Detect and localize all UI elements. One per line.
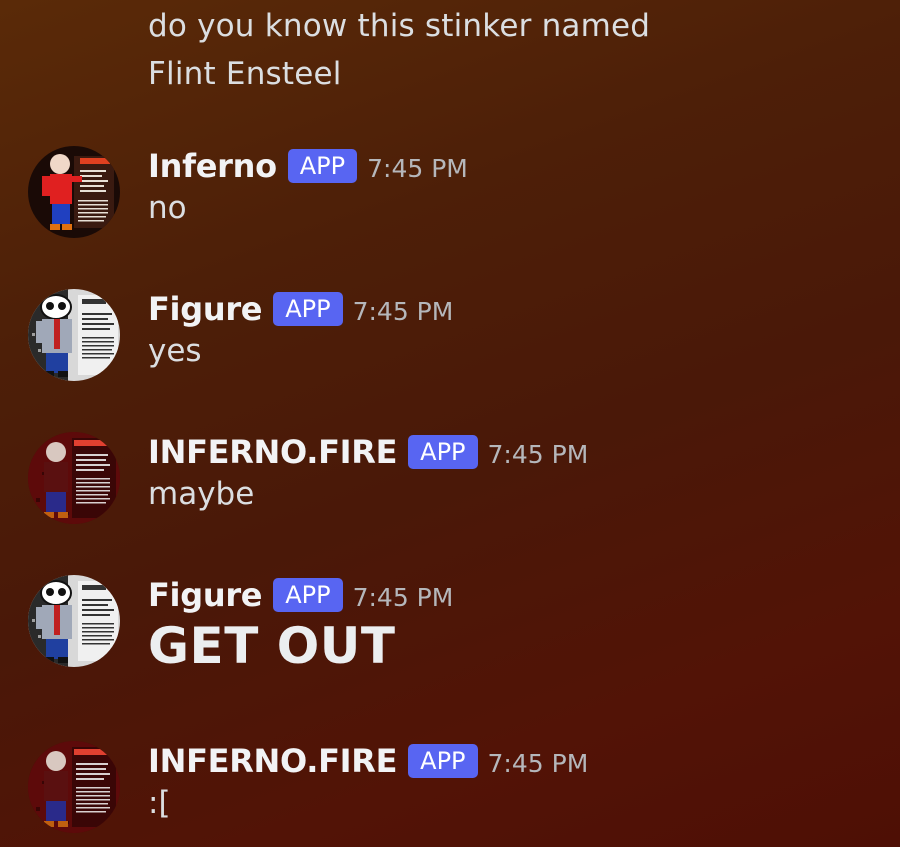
app-badge: APP xyxy=(408,744,478,778)
message: INFERNO.FIRE APP 7:45 PM maybe xyxy=(0,432,900,542)
username[interactable]: INFERNO.FIRE xyxy=(148,742,397,780)
message: Figure APP 7:45 PM yes xyxy=(0,289,900,399)
message-content: :[ xyxy=(148,785,171,821)
username[interactable]: Figure xyxy=(148,290,263,328)
timestamp: 7:45 PM xyxy=(352,296,454,326)
previous-message-line: Flint Ensteel xyxy=(148,56,342,92)
message: INFERNO.FIRE APP 7:45 PM :[ xyxy=(0,741,900,847)
timestamp: 7:45 PM xyxy=(352,582,454,612)
figure-avatar[interactable] xyxy=(28,289,120,381)
app-badge: APP xyxy=(408,435,478,469)
username[interactable]: Inferno xyxy=(148,147,277,185)
message-content-heading: GET OUT xyxy=(148,617,396,675)
message-content: no xyxy=(148,190,187,226)
message-content: maybe xyxy=(148,476,255,512)
message: Inferno APP 7:45 PM no xyxy=(0,146,900,256)
message-content: yes xyxy=(148,333,202,369)
message-header: Inferno APP 7:45 PM xyxy=(148,146,468,186)
inferno-fire-avatar[interactable] xyxy=(28,432,120,524)
timestamp: 7:45 PM xyxy=(487,748,589,778)
app-badge: APP xyxy=(273,578,343,612)
message: Figure APP 7:45 PM GET OUT xyxy=(0,575,900,685)
message-header: Figure APP 7:45 PM xyxy=(148,289,453,329)
timestamp: 7:45 PM xyxy=(367,153,468,183)
inferno-avatar[interactable] xyxy=(28,146,120,238)
message-header: INFERNO.FIRE APP 7:45 PM xyxy=(148,741,588,781)
app-badge: APP xyxy=(273,292,343,326)
username[interactable]: Figure xyxy=(148,576,263,614)
message-header: INFERNO.FIRE APP 7:45 PM xyxy=(148,432,588,472)
username[interactable]: INFERNO.FIRE xyxy=(148,433,397,471)
timestamp: 7:45 PM xyxy=(487,439,589,469)
inferno-fire-avatar[interactable] xyxy=(28,741,120,833)
message-header: Figure APP 7:45 PM xyxy=(148,575,453,615)
previous-message-line: do you know this stinker named xyxy=(148,8,651,44)
previous-message-content: do you know this stinker named Flint Ens… xyxy=(148,2,650,98)
figure-avatar[interactable] xyxy=(28,575,120,667)
app-badge: APP xyxy=(287,149,358,183)
